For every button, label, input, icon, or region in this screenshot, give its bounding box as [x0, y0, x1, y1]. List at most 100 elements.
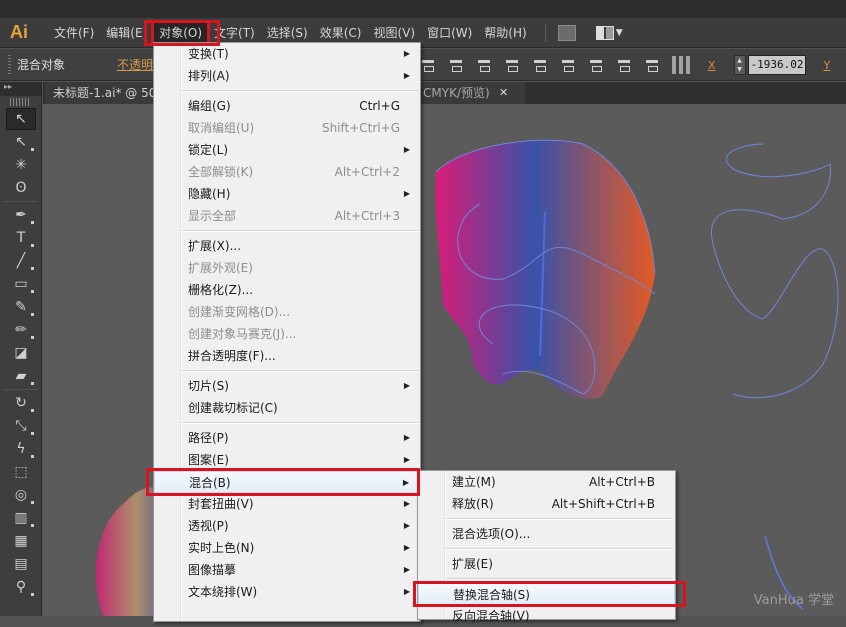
app-logo: Ai	[10, 22, 28, 42]
object-menu-item[interactable]: 拼合透明度(F)...	[154, 345, 420, 367]
control-bar: 混合对象 不透明度 X ▲▼ -1936.02( Y ▲▼ 625	[0, 49, 846, 81]
bridge-icon[interactable]	[557, 24, 576, 41]
warp-tool[interactable]: ϟ	[6, 438, 36, 460]
menu-item-label: 编组(G)	[188, 99, 231, 113]
menu-item-label: 拼合透明度(F)...	[188, 349, 276, 363]
align-top-icon[interactable]	[504, 57, 520, 73]
submenu-arrow-icon: ▶	[403, 433, 410, 442]
menu-item-label: 扩展(X)...	[188, 239, 242, 253]
eraser-tool[interactable]: ▰	[6, 365, 36, 387]
spine-path[interactable]	[711, 143, 839, 399]
submenu-arrow-icon: ▶	[403, 499, 410, 508]
blob-brush-tool[interactable]: ◪	[6, 342, 36, 364]
distribute-left-icon[interactable]	[588, 57, 604, 73]
paintbrush-tool[interactable]: ✎	[6, 296, 36, 318]
menu-select[interactable]: 选择(S)	[261, 22, 314, 44]
arrange-documents-icon[interactable]	[595, 25, 614, 40]
graph-tool[interactable]: ▥	[6, 507, 36, 529]
blend-menu-item[interactable]: 替换混合轴(S)	[418, 583, 675, 605]
menu-separator	[418, 515, 675, 523]
document-tab-mode: CMYK/预览)	[423, 86, 490, 100]
object-menu-item[interactable]: 栅格化(Z)...	[154, 279, 420, 301]
object-menu-item[interactable]: 切片(S) ▶	[154, 375, 420, 397]
object-menu-item[interactable]: 隐藏(H) ▶	[154, 183, 420, 205]
menu-item-label: 混合(B)	[189, 476, 231, 490]
shape-builder-tool[interactable]: ◎	[6, 484, 36, 506]
distribute-right-icon[interactable]	[644, 57, 660, 73]
object-menu-item[interactable]: 透视(P) ▶	[154, 515, 420, 537]
panel-grip[interactable]	[8, 54, 11, 75]
menu-view[interactable]: 视图(V)	[367, 22, 421, 44]
distribute-center-icon[interactable]	[616, 57, 632, 73]
menu-type[interactable]: 文字(T)	[208, 22, 261, 44]
object-menu-item[interactable]: 封套扭曲(V) ▶	[154, 493, 420, 515]
menu-separator	[418, 575, 675, 583]
menu-item-label: 封套扭曲(V)	[188, 497, 254, 511]
menu-file[interactable]: 文件(F)	[48, 22, 100, 44]
object-menu-item[interactable]: 混合(B) ▶	[154, 471, 420, 493]
submenu-arrow-icon: ▶	[403, 71, 410, 80]
object-menu-item[interactable]: 编组(G) Ctrl+G	[154, 95, 420, 117]
object-menu-item[interactable]: 扩展(X)...	[154, 235, 420, 257]
x-input[interactable]: -1936.02(	[747, 55, 806, 75]
reference-point-icon[interactable]	[672, 56, 690, 74]
submenu-arrow-icon: ▶	[403, 455, 410, 464]
x-stepper[interactable]: ▲ ▼	[733, 55, 746, 75]
blend-menu-item[interactable]: 混合选项(O)...	[418, 523, 675, 545]
pen-tool[interactable]: ✒	[6, 204, 36, 226]
line-tool[interactable]: ╱	[6, 250, 36, 272]
eyedropper-tool[interactable]: ⚲	[6, 576, 36, 598]
free-transform-tool[interactable]: ⬚	[6, 461, 36, 483]
align-right-icon[interactable]	[476, 57, 492, 73]
chevron-down-icon[interactable]: ▼	[616, 28, 623, 38]
object-menu-item[interactable]: 变换(T) ▶	[154, 43, 420, 65]
scale-tool[interactable]: ⤡	[6, 415, 36, 437]
blend-menu-item[interactable]: 反向混合轴(V)	[418, 605, 675, 627]
collapse-panel-icon[interactable]: ▸▸	[0, 82, 41, 96]
rotate-tool[interactable]: ↻	[6, 392, 36, 414]
menu-item-shortcut: Alt+Shift+Ctrl+B	[551, 497, 655, 511]
object-menu-item[interactable]: 路径(P) ▶	[154, 427, 420, 449]
menu-item-label: 取消编组(U)	[188, 121, 255, 135]
menu-item-label: 反向混合轴(V)	[452, 609, 530, 623]
document-tab-title: 未标题-1.ai* @ 50	[53, 86, 157, 100]
align-left-icon[interactable]	[420, 57, 436, 73]
type-tool[interactable]: T	[6, 227, 36, 249]
pencil-tool[interactable]: ✏	[6, 319, 36, 341]
menu-window[interactable]: 窗口(W)	[421, 22, 478, 44]
align-bottom-icon[interactable]	[560, 57, 576, 73]
lasso-tool[interactable]: ʘ	[6, 177, 36, 199]
menu-edit[interactable]: 编辑(E)	[100, 22, 153, 44]
menu-effect[interactable]: 效果(C)	[314, 22, 368, 44]
object-menu-item[interactable]: 排列(A) ▶	[154, 65, 420, 87]
panel-grip[interactable]	[10, 98, 31, 106]
menu-object[interactable]: 对象(O)	[151, 19, 211, 46]
magic-wand-tool[interactable]: ✳	[6, 154, 36, 176]
direct-selection-tool[interactable]: ↖	[6, 131, 36, 153]
selection-tool[interactable]: ↖	[6, 108, 36, 130]
object-menu-item[interactable]: 创建裁切标记(C)	[154, 397, 420, 419]
object-menu-item[interactable]: 图像描摹 ▶	[154, 559, 420, 581]
mesh-tool[interactable]: ▦	[6, 530, 36, 552]
object-menu-item[interactable]: 文本绕排(W) ▶	[154, 581, 420, 603]
menu-item-label: 变换(T)	[188, 47, 229, 61]
rectangle-tool[interactable]: ▭	[6, 273, 36, 295]
object-menu-item: 显示全部 Alt+Ctrl+3	[154, 205, 420, 227]
object-menu-item[interactable]: 锁定(L) ▶	[154, 139, 420, 161]
object-menu-item[interactable]: 实时上色(N) ▶	[154, 537, 420, 559]
object-menu-item[interactable]: 图案(E) ▶	[154, 449, 420, 471]
menu-item-label: 创建渐变网格(D)...	[188, 305, 291, 319]
align-horizontal-center-icon[interactable]	[448, 57, 464, 73]
menu-item-shortcut: Alt+Ctrl+B	[589, 475, 655, 489]
menu-item-label: 实时上色(N)	[188, 541, 255, 555]
blend-object[interactable]	[435, 140, 655, 399]
blend-menu-item[interactable]: 扩展(E)	[418, 553, 675, 575]
blend-menu-item[interactable]: 释放(R) Alt+Shift+Ctrl+B	[418, 493, 675, 515]
menu-item-label: 释放(R)	[452, 497, 494, 511]
blend-menu-item[interactable]: 建立(M) Alt+Ctrl+B	[418, 471, 675, 493]
align-vertical-center-icon[interactable]	[532, 57, 548, 73]
gradient-tool[interactable]: ▤	[6, 553, 36, 575]
menu-help[interactable]: 帮助(H)	[478, 22, 532, 44]
align-controls: X ▲▼ -1936.02( Y ▲▼ 625	[420, 55, 846, 75]
close-tab-icon[interactable]: ✕	[499, 82, 508, 104]
